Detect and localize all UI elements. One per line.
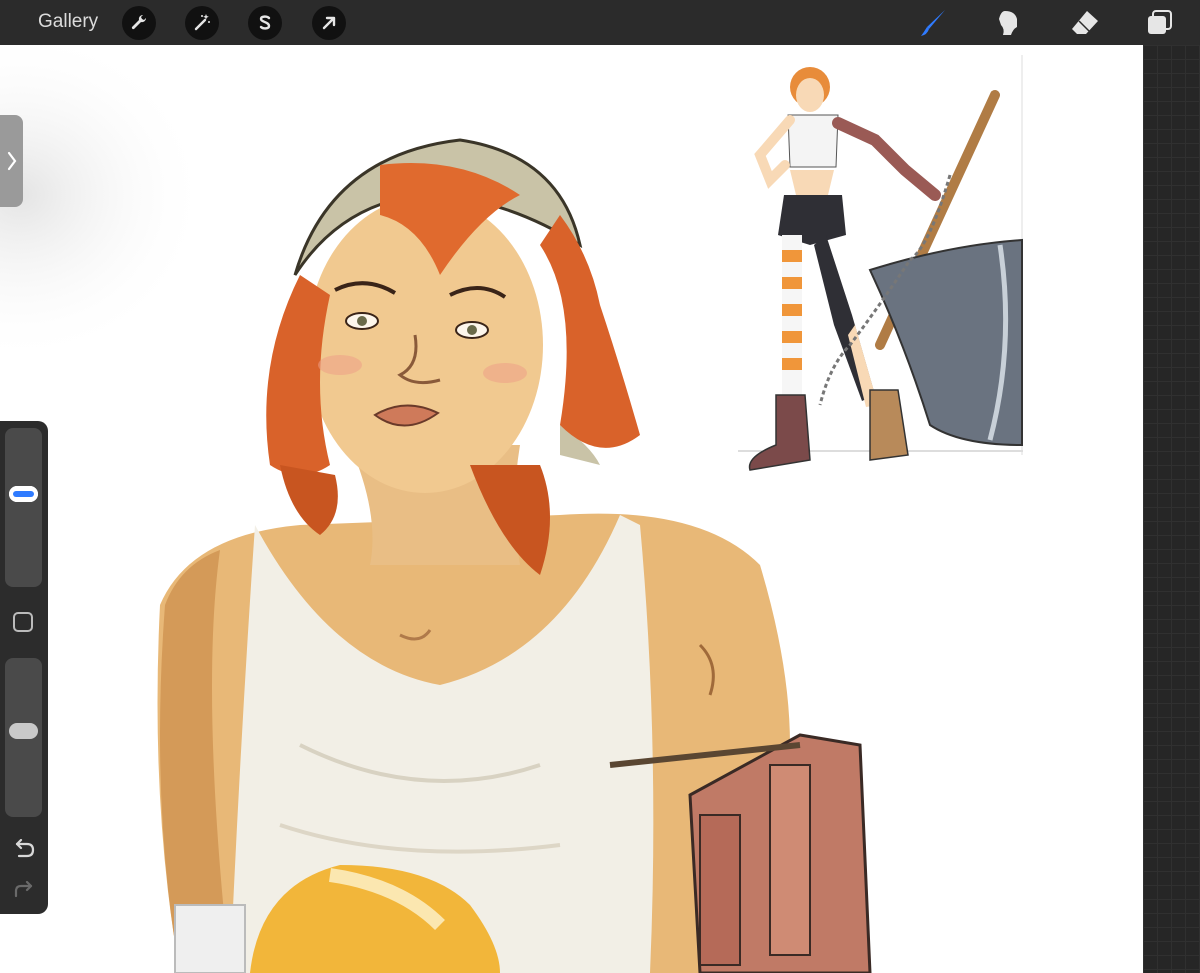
artwork-illustration: [0, 45, 1023, 973]
sidebar-toggle-tab[interactable]: [0, 115, 23, 207]
selection-s-icon: [259, 15, 271, 30]
eraser-tool-button[interactable]: [1068, 6, 1102, 40]
selection-button[interactable]: [248, 6, 282, 40]
layers-icon: [1148, 10, 1172, 34]
gallery-button[interactable]: Gallery: [38, 11, 98, 33]
brush-sidebar: [0, 421, 48, 914]
brush-tool-button[interactable]: [916, 6, 950, 40]
eraser-icon: [1072, 11, 1098, 34]
reference-image: [738, 55, 1023, 471]
chevron-right-icon: [7, 151, 16, 171]
top-toolbar: Gallery: [0, 0, 1200, 45]
actions-button[interactable]: [122, 6, 156, 40]
brush-icon: [921, 10, 945, 36]
opacity-slider[interactable]: [5, 658, 42, 817]
opacity-thumb[interactable]: [9, 722, 38, 739]
magic-wand-icon: [194, 14, 210, 31]
brush-size-slider[interactable]: [5, 428, 42, 587]
wrench-icon: [131, 14, 147, 30]
transform-button[interactable]: [312, 6, 346, 40]
smudge-tool-button[interactable]: [992, 6, 1026, 40]
redo-arrow-icon: [14, 880, 33, 898]
brush-size-thumb[interactable]: [9, 486, 38, 502]
drawing-canvas[interactable]: [0, 45, 1143, 973]
undo-arrow-icon: [15, 839, 35, 858]
modify-button[interactable]: [13, 612, 33, 632]
background-grid: [1143, 45, 1200, 973]
undo-button[interactable]: [12, 837, 36, 861]
adjustments-button[interactable]: [185, 6, 219, 40]
smudge-icon: [999, 11, 1017, 35]
transform-arrow-icon: [322, 16, 336, 30]
redo-button[interactable]: [12, 876, 36, 900]
layers-button[interactable]: [1143, 6, 1177, 40]
